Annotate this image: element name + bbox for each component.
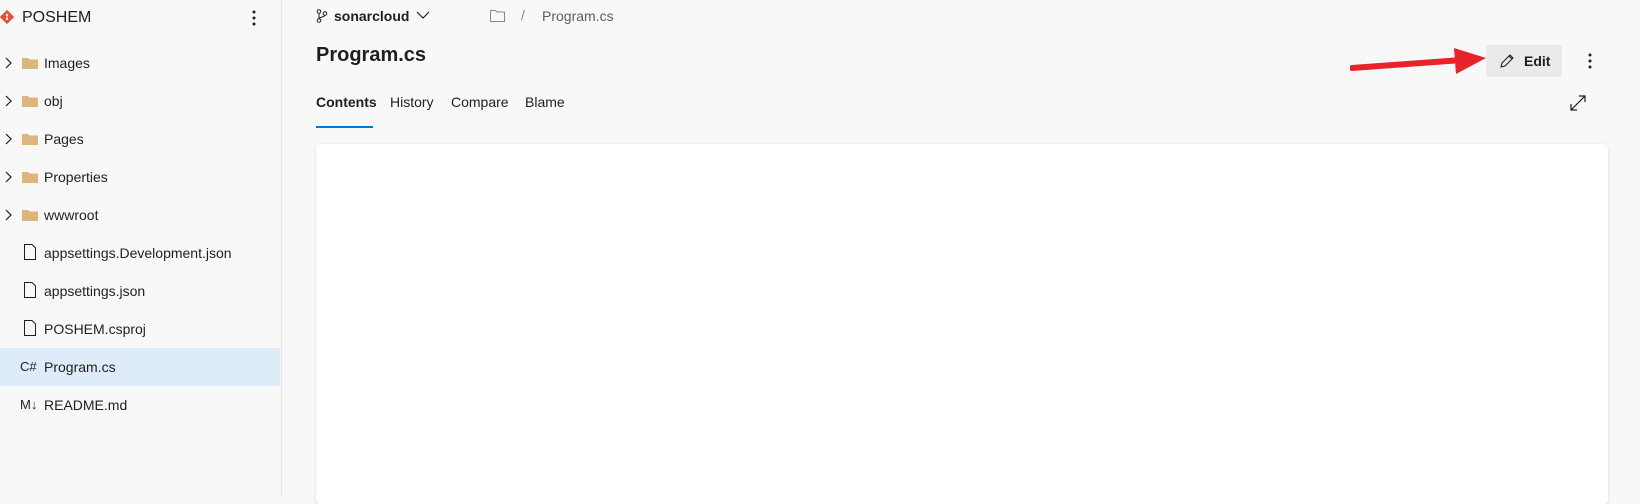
tab-contents[interactable]: Contents [316,94,377,110]
tab-history[interactable]: History [390,94,434,110]
folder-icon [22,58,38,69]
tree-item-label: appsettings.json [44,283,146,299]
tree-item-wwwroot[interactable]: wwwroot [0,196,280,234]
tree-item-appsettings-json[interactable]: appsettings.json [0,272,280,310]
repo-name[interactable]: POSHEM [22,9,91,27]
file-icon [24,282,36,298]
folder-icon [22,210,38,221]
folder-outline-icon[interactable] [490,10,505,22]
chevron-right-icon[interactable] [3,95,13,107]
more-actions-icon[interactable] [1580,48,1600,74]
tree-item-properties[interactable]: Properties [0,158,280,196]
file-icon [24,320,36,336]
tree-item-label: appsettings.Development.json [44,245,232,261]
more-options-icon[interactable] [244,6,264,30]
active-tab-indicator [316,126,373,128]
edit-button-label: Edit [1524,53,1551,69]
tab-blame[interactable]: Blame [525,94,565,110]
csharp-file-icon: C# [20,359,37,374]
chevron-right-icon[interactable] [3,57,13,69]
expand-icon[interactable] [1569,94,1587,112]
chevron-right-icon[interactable] [3,133,13,145]
branch-selector[interactable]: sonarcloud [334,8,409,24]
markdown-file-icon: M↓ [20,397,38,412]
tree-item-readme-md[interactable]: M↓ README.md [0,386,280,424]
file-explorer-sidebar: POSHEM Images obj Pages Properties wwwro… [0,0,282,496]
repo-header: POSHEM [0,0,281,38]
tree-item-images[interactable]: Images [0,44,280,82]
tree-item-obj[interactable]: obj [0,82,280,120]
annotation-arrow [1350,48,1486,74]
folder-icon [22,134,38,145]
tab-compare[interactable]: Compare [451,94,509,110]
edit-button[interactable]: Edit [1486,45,1562,77]
branch-icon [316,9,328,23]
tree-item-label: wwwroot [44,207,99,223]
tree-item-label: README.md [44,397,128,413]
pencil-icon [1500,54,1514,68]
tree-item-label: Program.cs [44,359,116,375]
folder-icon [22,96,38,107]
folder-icon [22,172,38,183]
top-bar: sonarcloud / Program.cs [281,0,1640,34]
git-logo-icon [0,10,14,24]
tree-item-label: Images [44,55,90,71]
chevron-right-icon[interactable] [3,209,13,221]
tree-item-pages[interactable]: Pages [0,120,280,158]
breadcrumb-file[interactable]: Program.cs [542,8,614,24]
chevron-down-icon[interactable] [416,10,430,20]
file-icon [24,244,36,260]
tree-item-poshem-csproj[interactable]: POSHEM.csproj [0,310,280,348]
tree-item-label: POSHEM.csproj [44,321,146,337]
breadcrumb-separator: / [521,7,525,23]
tree-item-label: Properties [44,169,108,185]
file-tree: Images obj Pages Properties wwwroot apps… [0,44,281,424]
file-content-area[interactable] [316,144,1608,504]
chevron-right-icon[interactable] [3,171,13,183]
tree-item-appsettings-development-json[interactable]: appsettings.Development.json [0,234,280,272]
tree-item-label: Pages [44,131,84,147]
tree-item-label: obj [44,93,63,109]
tree-item-program-cs[interactable]: C# Program.cs [0,348,280,386]
page-title: Program.cs [316,44,427,66]
